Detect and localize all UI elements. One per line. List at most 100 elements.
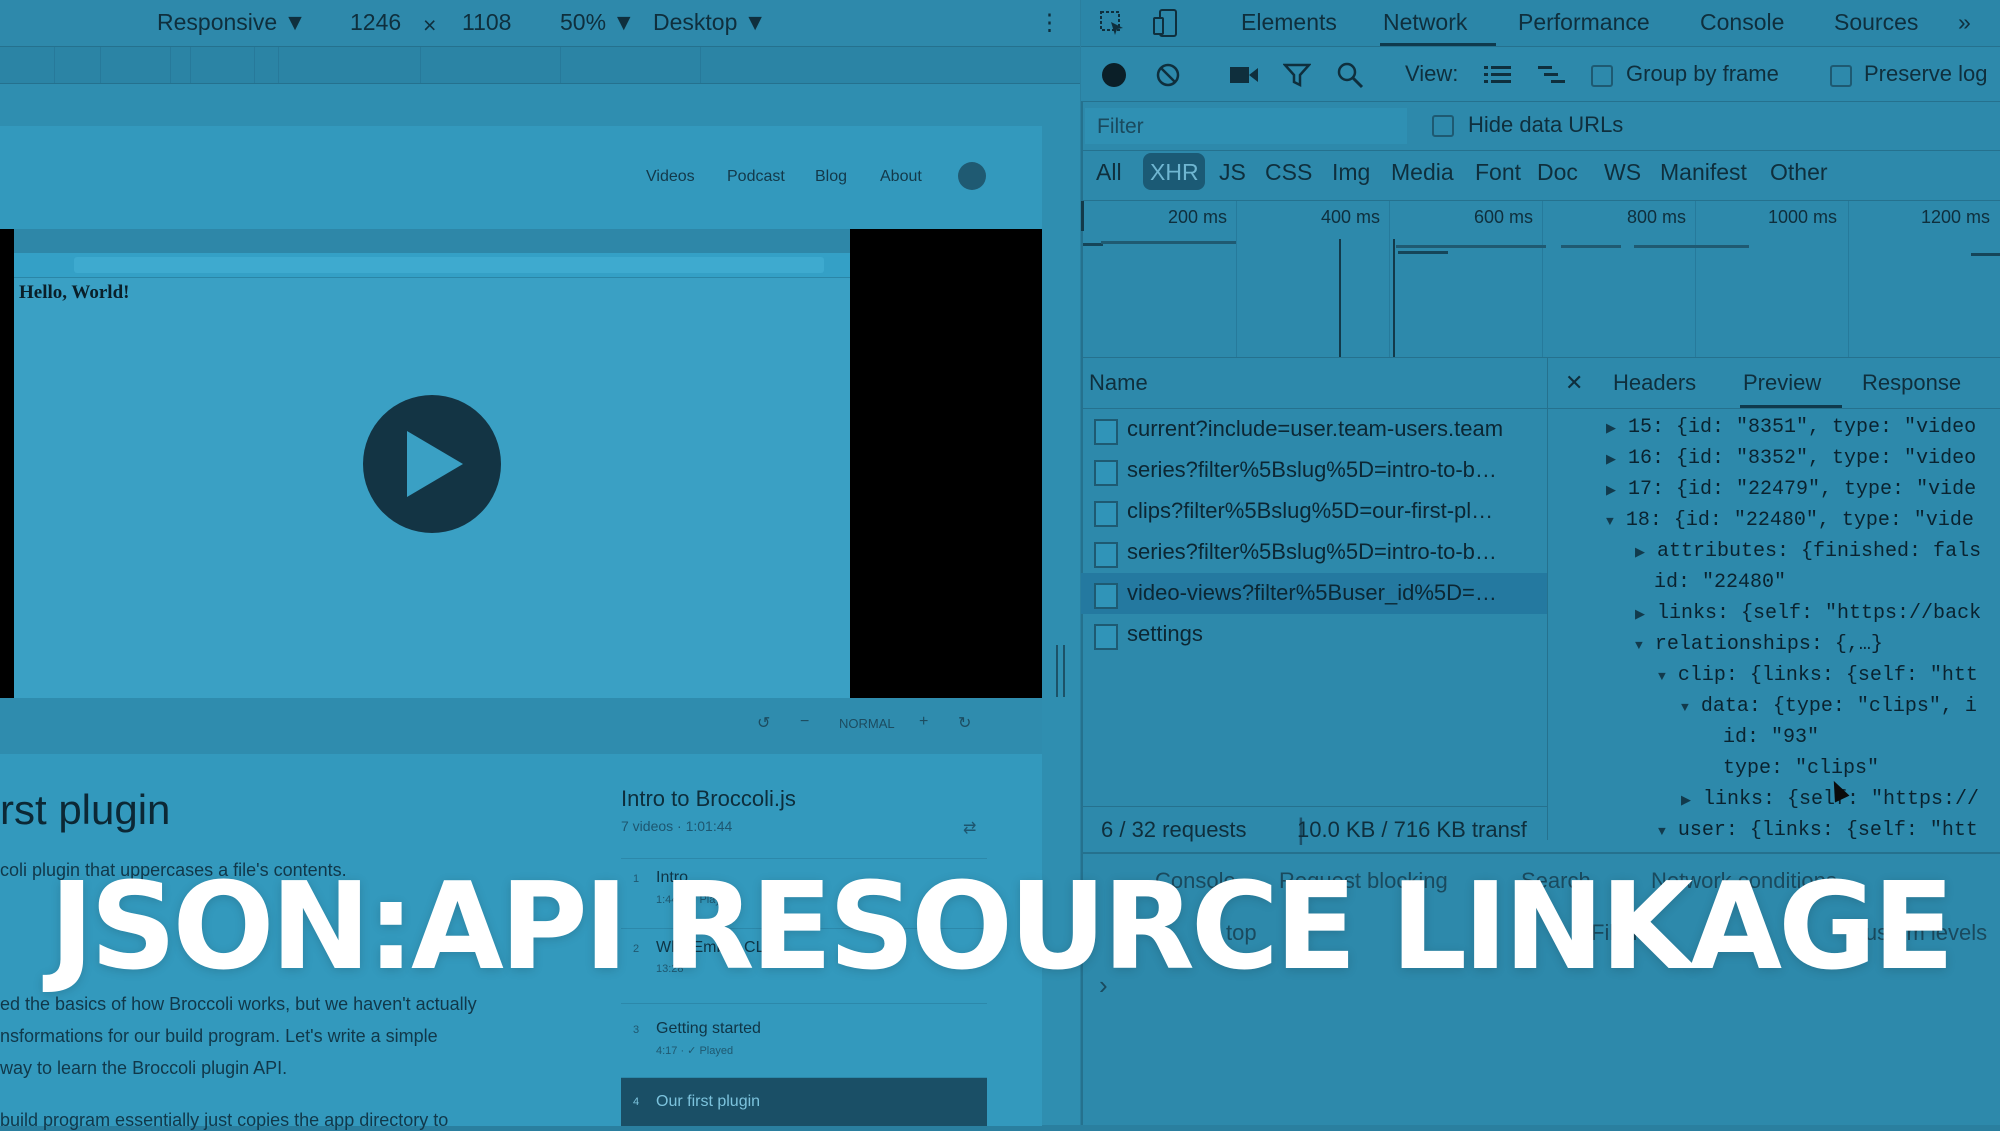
type-filter-doc[interactable]: Doc [1537, 159, 1578, 186]
request-row[interactable]: clips?filter%5Bslug%5D=our-first-pl… [1081, 491, 1547, 532]
type-filter-img[interactable]: Img [1332, 159, 1370, 186]
json-node: id: "93" [1723, 726, 1820, 749]
tab-response[interactable]: Response [1862, 370, 1961, 396]
play-icon [407, 431, 463, 497]
preserve-log-label: Preserve log [1864, 61, 1988, 86]
request-row[interactable]: series?filter%5Bslug%5D=intro-to-b… [1081, 532, 1547, 573]
json-node[interactable]: ▼ 18: {id: "22480", type: "vide [1606, 509, 1974, 532]
json-node[interactable]: ▶ links: {self: "https://back [1635, 602, 1981, 625]
tab-sources[interactable]: Sources [1834, 9, 1918, 36]
screenshot-icon[interactable] [1229, 63, 1259, 87]
video-title-overlay: JSON:API RESOURCE LINKAGE [49, 858, 1954, 997]
type-filter-xhr[interactable]: XHR [1150, 159, 1199, 186]
document-icon [1094, 460, 1118, 486]
devtools-tabbar: Elements Network Performance Console Sou… [1081, 0, 2000, 47]
json-preview: ▶ 15: {id: "8351", type: "video ▶ 16: {i… [1548, 412, 2000, 852]
json-node[interactable]: ▼ data: {type: "clips", i [1681, 695, 1977, 718]
lesson-title: rst plugin [0, 786, 171, 833]
lesson-item[interactable]: 3 Getting started 4:17 · ✓ Played [621, 1003, 987, 1074]
course-meta: 7 videos · 1:01:44 [621, 818, 733, 834]
tab-console[interactable]: Console [1700, 9, 1784, 36]
request-row-selected[interactable]: video-views?filter%5Buser_id%5D=… [1081, 573, 1547, 614]
json-node[interactable]: ▶ attributes: {finished: fals [1635, 540, 1981, 563]
type-filter-all[interactable]: All [1096, 159, 1122, 186]
document-icon [1094, 624, 1118, 650]
network-status-bar: 6 / 32 requests | 10.0 KB / 716 KB trans… [1081, 806, 1547, 851]
timeline-tick: 200 ms [1168, 207, 1228, 227]
document-icon [1094, 542, 1118, 568]
device-dropdown[interactable]: Desktop ▼ [653, 9, 767, 36]
pane-splitter[interactable] [1056, 645, 1065, 697]
type-filter-media[interactable]: Media [1391, 159, 1454, 186]
tab-preview[interactable]: Preview [1743, 370, 1821, 396]
hide-data-urls-label: Hide data URLs [1468, 112, 1624, 137]
tab-network[interactable]: Network [1383, 9, 1467, 36]
json-node[interactable]: ▼ clip: {links: {self: "htt [1658, 664, 1978, 687]
filter-input[interactable] [1095, 112, 1399, 142]
nav-link-blog[interactable]: Blog [815, 168, 847, 186]
tab-headers[interactable]: Headers [1613, 370, 1696, 396]
hide-data-urls-checkbox[interactable] [1432, 115, 1454, 137]
responsive-dropdown[interactable]: Responsive ▼ [157, 9, 306, 36]
tab-elements[interactable]: Elements [1241, 9, 1337, 36]
json-node[interactable]: ▶ 16: {id: "8352", type: "video [1606, 447, 1976, 470]
inspect-icon[interactable] [1099, 10, 1127, 38]
transfer-size: 10.0 KB / 716 KB transf [1297, 817, 1527, 842]
body-line: way to learn the Broccoli plugin API. [0, 1058, 288, 1078]
type-filter-manifest[interactable]: Manifest [1660, 159, 1747, 186]
height-field[interactable]: 1108 [462, 9, 511, 36]
preserve-log-checkbox[interactable] [1830, 65, 1852, 87]
json-node[interactable]: ▼ relationships: {,…} [1635, 633, 1883, 656]
filter-icon[interactable] [1283, 62, 1311, 88]
type-filter-ws[interactable]: WS [1604, 159, 1641, 186]
type-filter-font[interactable]: Font [1475, 159, 1521, 186]
type-filter-css[interactable]: CSS [1265, 159, 1312, 186]
request-count: 6 / 32 requests [1101, 817, 1247, 842]
record-icon[interactable] [1101, 62, 1127, 88]
forward-icon[interactable]: ↻ [958, 713, 971, 733]
group-by-frame-checkbox[interactable] [1591, 65, 1613, 87]
timeline-tick: 1000 ms [1768, 207, 1838, 227]
request-detail-tabs: ✕ Headers Preview Response [1548, 358, 2000, 409]
device-toolbar: Responsive ▼ 1246 × 1108 50% ▼ Desktop ▼… [0, 0, 1080, 47]
nav-link-podcast[interactable]: Podcast [727, 168, 785, 186]
active-detail-tab-indicator [1740, 405, 1842, 408]
nav-link-videos[interactable]: Videos [646, 168, 695, 186]
speed-up-button[interactable]: + [919, 713, 928, 731]
video-controls: ↺ − NORMAL + ↻ [0, 698, 1042, 754]
timeline-tick: 800 ms [1627, 207, 1687, 227]
more-options-icon[interactable]: ⋮ [1038, 9, 1061, 36]
avatar[interactable] [958, 162, 986, 190]
course-title[interactable]: Intro to Broccoli.js [621, 786, 796, 812]
json-node[interactable]: ▶ 17: {id: "22479", type: "vide [1606, 478, 1976, 501]
request-row[interactable]: series?filter%5Bslug%5D=intro-to-b… [1081, 450, 1547, 491]
video-hello-text: Hello, World! [19, 282, 130, 303]
type-filter-other[interactable]: Other [1770, 159, 1828, 186]
nav-link-about[interactable]: About [880, 168, 922, 186]
zoom-dropdown[interactable]: 50% ▼ [560, 9, 635, 36]
list-view-icon[interactable] [1484, 63, 1512, 87]
device-toggle-icon[interactable] [1151, 8, 1181, 38]
clear-icon[interactable] [1155, 62, 1181, 88]
name-column-header[interactable]: Name [1081, 358, 1547, 409]
more-tabs-icon[interactable]: » [1958, 9, 1971, 36]
network-overview-timeline[interactable]: 200 ms 400 ms 600 ms 800 ms 1000 ms 1200… [1081, 200, 2000, 358]
times-label: × [423, 12, 437, 38]
json-node[interactable]: ▶ 15: {id: "8351", type: "video [1606, 416, 1976, 439]
repeat-icon[interactable]: ⇄ [963, 818, 976, 838]
request-row[interactable]: current?include=user.team-users.team [1081, 409, 1547, 450]
waterfall-view-icon[interactable] [1538, 63, 1568, 87]
view-label: View: [1405, 61, 1459, 86]
tab-performance[interactable]: Performance [1518, 9, 1650, 36]
json-node[interactable]: ▼ user: {links: {self: "htt [1658, 819, 1978, 842]
width-field[interactable]: 1246 [350, 9, 401, 36]
body-line: ed the basics of how Broccoli works, but… [0, 994, 477, 1014]
search-icon[interactable] [1336, 61, 1364, 89]
type-filter-js[interactable]: JS [1219, 159, 1246, 186]
lesson-item-active[interactable]: 4 Our first plugin [621, 1077, 987, 1126]
request-row[interactable]: settings [1081, 614, 1547, 655]
rewind-icon[interactable]: ↺ [757, 713, 770, 733]
close-icon[interactable]: ✕ [1565, 370, 1583, 396]
speed-down-button[interactable]: − [800, 713, 809, 731]
video-browser-url [74, 257, 824, 273]
